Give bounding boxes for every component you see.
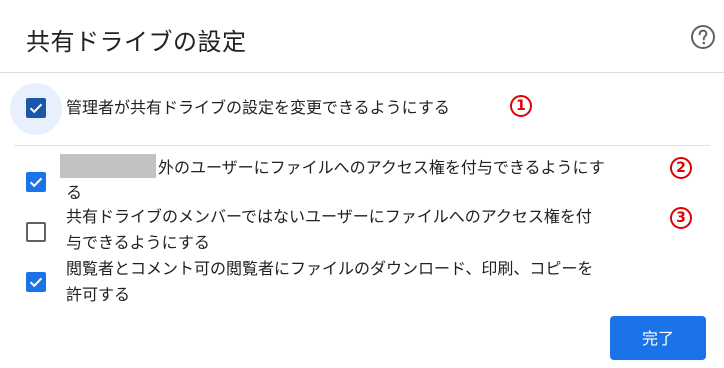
check-icon xyxy=(29,177,43,188)
option-viewer-download-line1: 閲覧者とコメント可の閲覧者にファイルのダウンロード、印刷、コピーを xyxy=(66,259,594,278)
annotation-marker-3: 3 xyxy=(670,207,692,229)
option-external-access-label: 外のユーザーにファイルへのアクセス権を付与できるようにす xyxy=(60,154,605,181)
annotation-marker-2: 2 xyxy=(670,157,692,179)
option-external-access-line1: 外のユーザーにファイルへのアクセス権を付与できるようにす xyxy=(158,158,605,177)
section-divider xyxy=(14,145,710,146)
header-divider xyxy=(0,72,724,73)
option-viewer-download-checkbox[interactable] xyxy=(26,272,46,292)
check-icon xyxy=(29,277,43,288)
annotation-marker-1: 1 xyxy=(510,95,532,117)
option-non-member-access-line1: 共有ドライブのメンバーではないユーザーにファイルへのアクセス権を付 xyxy=(66,207,592,226)
check-icon xyxy=(29,103,43,114)
redacted-domain xyxy=(60,154,156,178)
option-non-member-access-checkbox[interactable] xyxy=(26,222,46,242)
master-option-label: 管理者が共有ドライブの設定を変更できるようにする xyxy=(66,98,450,117)
option-viewer-download-line2: 許可する xyxy=(66,285,131,304)
help-circle-icon[interactable] xyxy=(690,24,716,50)
shared-drive-settings-dialog: 共有ドライブの設定 管理者が共有ドライブの設定を変更できるようにする 1 外のユ… xyxy=(0,0,724,368)
done-button[interactable]: 完了 xyxy=(610,316,706,360)
master-option-checkbox[interactable] xyxy=(26,98,46,118)
option-external-access-checkbox[interactable] xyxy=(26,172,46,192)
dialog-title: 共有ドライブの設定 xyxy=(26,28,247,56)
option-external-access-line2: る xyxy=(66,183,83,202)
option-non-member-access-line2: 与できるようにする xyxy=(66,233,210,252)
